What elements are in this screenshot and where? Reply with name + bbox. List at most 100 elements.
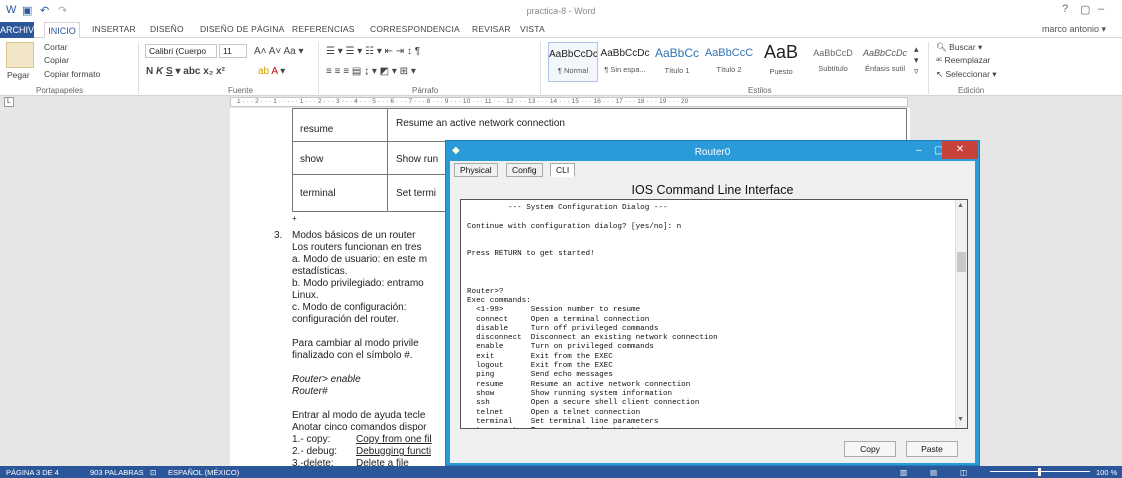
- read-mode-icon[interactable]: ▥: [900, 468, 907, 477]
- tab-insertar[interactable]: INSERTAR: [92, 24, 136, 34]
- find-label: Buscar: [949, 42, 976, 52]
- divider: [928, 42, 929, 94]
- tab-archivo[interactable]: ARCHIVO: [0, 22, 41, 38]
- paste-button[interactable]: Paste: [906, 441, 958, 457]
- zoom-level[interactable]: 100 %: [1096, 468, 1117, 477]
- proofing-icon[interactable]: ⊡: [150, 468, 156, 477]
- router-body: Physical Config CLI IOS Command Line Int…: [450, 161, 975, 463]
- ruler: 1 · · · 2 · · · 1 · · · · · 1 · · · 2 · …: [0, 96, 1122, 108]
- cli-scrollbar[interactable]: ▲ ▼: [955, 200, 967, 428]
- page-count[interactable]: PÁGINA 3 DE 4: [6, 468, 59, 477]
- tab-physical[interactable]: Physical: [454, 163, 498, 177]
- router-title-bar[interactable]: ◆ Router0 – ▢ ✕: [446, 141, 979, 161]
- tab-diseno-pagina[interactable]: DISEÑO DE PÁGINA: [200, 24, 284, 34]
- style-sin-espaciado[interactable]: AaBbCcDc ¶ Sin espa...: [600, 42, 650, 82]
- paragraph-line: a. Modo de usuario: en este m: [292, 254, 428, 265]
- tab-cli[interactable]: CLI: [550, 163, 576, 177]
- router-minimize-button[interactable]: –: [916, 145, 922, 156]
- tab-correspondencia[interactable]: CORRESPONDENCIA: [370, 24, 460, 34]
- table-desc: Resume an active network connection: [396, 118, 565, 129]
- style-preview: AaBbCc: [654, 46, 700, 60]
- list-text: Copy from one fil: [356, 434, 432, 445]
- cut-button[interactable]: Cortar: [44, 42, 68, 52]
- select-label: Seleccionar: [945, 69, 990, 79]
- tab-revisar[interactable]: REVISAR: [472, 24, 511, 34]
- cli-terminal[interactable]: --- System Configuration Dialog --- Cont…: [460, 199, 968, 429]
- list-number: 3.-delete:: [292, 458, 334, 466]
- paragraph-line: Los routers funcionan en tres: [292, 242, 422, 253]
- style-enfasis-sutil[interactable]: AaBbCcDc Énfasis sutil: [860, 42, 910, 82]
- find-button[interactable]: 🔍︎ Buscar ▾: [936, 42, 982, 53]
- style-subtitulo[interactable]: AaBbCcD Subtítulo: [808, 42, 858, 82]
- style-name: Puesto: [769, 67, 793, 76]
- paragraph-line: Anotar cinco comandos dispor: [292, 422, 427, 433]
- language-status[interactable]: ESPAÑOL (MÉXICO): [168, 468, 239, 477]
- select-button[interactable]: ↖ Seleccionar ▾: [936, 69, 997, 80]
- paragraph-line: configuración del router.: [292, 314, 399, 325]
- font-name-combo[interactable]: Calibri (Cuerpo: [145, 44, 217, 58]
- font-color-buttons[interactable]: ab A ▾: [258, 66, 285, 77]
- user-account[interactable]: marco antonio ▾: [1042, 24, 1106, 35]
- font-format-buttons[interactable]: N K S ▾ abc x₂ x²: [146, 66, 225, 77]
- group-label-font: Fuente: [228, 86, 253, 95]
- print-layout-icon[interactable]: ▤: [930, 468, 937, 477]
- section-title: Modos básicos de un router: [292, 230, 416, 241]
- replace-icon: ᵃᶜ: [936, 55, 945, 65]
- divider: [138, 42, 139, 94]
- status-bar: PÁGINA 3 DE 4 903 PALABRAS ⊡ ESPAÑOL (MÉ…: [0, 466, 1122, 478]
- tab-config[interactable]: Config: [506, 163, 543, 177]
- paste-icon[interactable]: [6, 42, 34, 68]
- style-name: Énfasis sutil: [864, 64, 906, 73]
- tab-referencias[interactable]: REFERENCIAS: [292, 24, 355, 34]
- tab-selector[interactable]: L: [4, 97, 14, 107]
- tab-vista[interactable]: VISTA: [520, 24, 545, 34]
- scroll-up-icon[interactable]: ▲: [957, 202, 964, 209]
- style-titulo-1[interactable]: AaBbCc Título 1: [652, 42, 702, 82]
- minimize-button[interactable]: –: [1098, 3, 1104, 15]
- horizontal-ruler[interactable]: 1 · · · 2 · · · 1 · · · · · 1 · · · 2 · …: [230, 97, 908, 107]
- paragraph-line: estadísticas.: [292, 266, 348, 277]
- font-size-combo[interactable]: 11: [219, 44, 247, 58]
- list-text: Delete a file: [356, 458, 409, 466]
- paragraph-line: b. Modo privilegiado: entramo: [292, 278, 424, 289]
- ribbon: Pegar Cortar Copiar Copiar formato Porta…: [0, 38, 1122, 96]
- scroll-thumb[interactable]: [957, 252, 966, 272]
- title-bar: W ▣ ↶ ↷ practica-8 - Word ? ▢ –: [0, 0, 1122, 22]
- table-cmd: terminal: [300, 188, 336, 199]
- paragraph-line: c. Modo de configuración:: [292, 302, 407, 313]
- web-layout-icon[interactable]: ◫: [960, 468, 967, 477]
- binoculars-icon: 🔍︎: [936, 42, 950, 52]
- table-add-row[interactable]: +: [292, 214, 297, 223]
- font-size-buttons[interactable]: A˄ A˅ Aa ▾: [254, 46, 304, 57]
- alignment-buttons[interactable]: ≡ ≡ ≡ ▤ ↨ ▾ ◩ ▾ ⊞ ▾: [326, 66, 416, 77]
- restore-ribbon-button[interactable]: ▢: [1080, 3, 1090, 16]
- table-cmd: resume: [300, 124, 334, 135]
- list-buttons[interactable]: ☰ ▾ ☰ ▾ ☷ ▾ ⇤ ⇥ ↕ ¶: [326, 46, 420, 57]
- format-painter-button[interactable]: Copiar formato: [44, 69, 100, 79]
- group-label-styles: Estilos: [748, 86, 772, 95]
- zoom-slider-thumb[interactable]: [1038, 468, 1041, 476]
- tab-inicio[interactable]: INICIO: [44, 22, 80, 39]
- ribbon-tabs: ARCHIVO INICIO INSERTAR DISEÑO DISEÑO DE…: [0, 22, 1122, 39]
- style-name: Título 2: [716, 65, 742, 74]
- cli-output[interactable]: --- System Configuration Dialog --- Cont…: [461, 200, 967, 428]
- copy-button[interactable]: Copy: [844, 441, 896, 457]
- list-text: Debugging functi: [356, 446, 432, 457]
- replace-button[interactable]: ᵃᶜ Reemplazar: [936, 55, 990, 65]
- styles-scroll-icon[interactable]: ▴ ▾ ▿: [914, 44, 919, 77]
- tab-diseno[interactable]: DISEÑO: [150, 24, 184, 34]
- word-count[interactable]: 903 PALABRAS: [90, 468, 144, 477]
- copy-button[interactable]: Copiar: [44, 55, 69, 65]
- window-title: practica-8 - Word: [526, 6, 596, 16]
- paragraph-line: finalizado con el símbolo #.: [292, 350, 413, 361]
- style-puesto[interactable]: AaB Puesto: [756, 42, 806, 82]
- style-normal[interactable]: AaBbCcDc ¶ Normal: [548, 42, 598, 82]
- table-desc: Show run: [396, 154, 439, 165]
- scroll-down-icon[interactable]: ▼: [957, 416, 964, 423]
- style-preview: AaBbCcDc: [862, 48, 907, 58]
- paste-button[interactable]: Pegar: [7, 70, 30, 80]
- router-close-button[interactable]: ✕: [942, 141, 978, 159]
- style-titulo-2[interactable]: AaBbCcC Título 2: [704, 42, 754, 82]
- help-button[interactable]: ?: [1062, 3, 1068, 15]
- style-preview: AaBbCcDc: [549, 49, 598, 60]
